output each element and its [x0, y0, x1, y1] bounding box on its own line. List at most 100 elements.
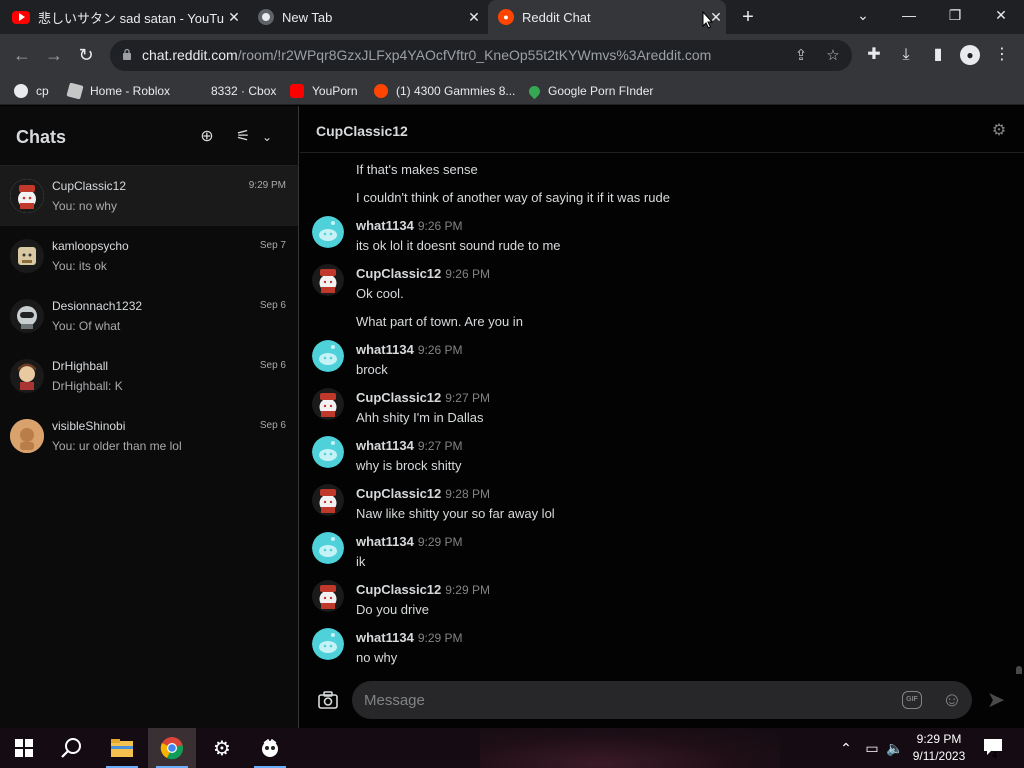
youporn-icon [290, 84, 304, 98]
address-bar[interactable]: chat.reddit.com/room/!r2WPqr8GzxJLFxp4YA… [110, 40, 852, 71]
bookmark-gammies[interactable]: (1) 4300 Gammies 8... [374, 81, 515, 101]
cupclassic-avatar [312, 580, 344, 612]
windows-start-icon[interactable] [0, 728, 48, 768]
emoji-icon[interactable]: ☺ [941, 689, 963, 711]
tab-title: Reddit Chat [522, 9, 591, 25]
chat-item-desionnach1232[interactable]: Desionnach1232 You: Of what Sep 6 [0, 286, 298, 346]
new-chat-icon[interactable]: ⊕ [198, 128, 216, 146]
chat-name: DrHighball [52, 359, 109, 373]
chevron-down-icon[interactable]: ⌄ [258, 128, 276, 146]
bookmark-cp[interactable]: cp [14, 81, 49, 101]
message-text: Ok cool. [356, 286, 404, 301]
chat-preview: DrHighball: K [52, 379, 123, 393]
chat-name: visibleShinobi [52, 419, 126, 433]
new-tab-button[interactable]: + [736, 6, 760, 28]
chat-item-drhighball[interactable]: DrHighball DrHighball: K Sep 6 [0, 346, 298, 406]
star-bookmark-icon[interactable]: ☆ [824, 47, 842, 65]
tab-title: 悲しいサタン sad satan - YouTube [38, 10, 224, 26]
chat-preview: You: no why [52, 199, 117, 213]
extensions-puzzle-icon[interactable]: ✚ [864, 45, 884, 65]
chevron-up-icon[interactable]: ⌃ [838, 738, 854, 758]
network-icon[interactable]: ▭ [862, 738, 882, 758]
globe-icon [14, 84, 28, 98]
bookmark-youporn[interactable]: YouPorn [290, 81, 358, 101]
snoo-avatar [312, 216, 344, 248]
gear-icon[interactable]: ⚙ [990, 122, 1008, 140]
tab-close-icon[interactable]: ✕ [464, 9, 484, 26]
chat-preview: You: Of what [52, 319, 121, 333]
tab-reddit-chat[interactable]: ● Reddit Chat ✕ [488, 0, 726, 34]
message-input[interactable] [352, 681, 972, 719]
settings-gear-icon[interactable]: ⚙ [198, 728, 246, 768]
message-author: what1134 9:29 PM [356, 630, 463, 645]
tab-search-chevron-icon[interactable]: ⌄ [840, 0, 886, 30]
chat-item-visibleshinobi[interactable]: visibleShinobi You: ur older than me lol… [0, 406, 298, 466]
snoo-avatar [312, 340, 344, 372]
gif-button[interactable]: GIF [902, 691, 922, 709]
close-window-button[interactable]: ✕ [978, 0, 1024, 30]
reddit-icon: ● [498, 9, 514, 25]
maps-pin-icon [526, 83, 543, 99]
more-menu-icon[interactable]: ⋮ [992, 45, 1012, 65]
roblox-icon [66, 82, 84, 100]
chat-time: Sep 6 [259, 360, 286, 371]
message-scrollbar[interactable] [1016, 666, 1022, 674]
cbox-icon [189, 84, 203, 98]
message-text: If that's makes sense [356, 162, 478, 177]
avatar [10, 179, 44, 213]
tab-youtube[interactable]: 悲しいサタン sad satan - YouTube ✕ [12, 0, 244, 34]
side-panel-icon[interactable]: ▮ [928, 45, 948, 65]
chat-item-cupclassic12[interactable]: CupClassic12 You: no why 9:29 PM [0, 166, 298, 226]
send-icon[interactable]: ➤ [984, 688, 1008, 712]
bookmark-roblox[interactable]: Home - Roblox [66, 81, 170, 101]
tab-close-icon[interactable]: ✕ [224, 9, 244, 26]
message-author: what1134 9:27 PM [356, 438, 463, 453]
share-icon[interactable]: ⇪ [792, 47, 810, 65]
filter-icon[interactable]: ⚟ [234, 128, 252, 146]
app-taskbar-icon[interactable] [246, 728, 294, 768]
avatar [10, 419, 44, 453]
clock-date: 9/11/2023 [912, 749, 966, 763]
lock-icon [123, 48, 131, 60]
camera-icon[interactable] [317, 690, 339, 710]
taskbar-clock[interactable]: 9:29 PM 9/11/2023 [906, 731, 972, 765]
snoo-avatar [312, 628, 344, 660]
chats-sidebar: Chats ⊕ ⚟ ⌄ CupClassic12 You: no why 9:2… [0, 106, 299, 728]
chat-item-kamloopsycho[interactable]: kamloopsycho You: its ok Sep 7 [0, 226, 298, 286]
message-list: If that's makes sense I couldn't think o… [300, 154, 1024, 674]
message-text: brock [356, 362, 388, 377]
chat-time: Sep 7 [259, 240, 286, 251]
clock-time: 9:29 PM [916, 732, 962, 746]
message-composer: GIF ☺ ➤ [300, 674, 1024, 728]
browser-toolbar: ← → ↻ chat.reddit.com/room/!r2WPqr8GzxJL… [0, 34, 1024, 76]
forward-arrow-icon[interactable]: → [42, 43, 66, 67]
snoo-avatar [312, 532, 344, 564]
youtube-icon [12, 10, 30, 24]
back-arrow-icon[interactable]: ← [10, 43, 34, 67]
file-explorer-icon[interactable] [98, 728, 146, 768]
url-text: chat.reddit.com/room/!r2WPqr8GzxJLFxp4YA… [142, 47, 712, 63]
reload-icon[interactable]: ↻ [74, 43, 98, 67]
avatar [10, 359, 44, 393]
tab-title: New Tab [282, 9, 333, 25]
cupclassic-avatar [312, 388, 344, 420]
chrome-taskbar-icon[interactable] [148, 728, 196, 768]
search-icon[interactable] [48, 728, 96, 768]
profile-avatar-icon[interactable]: ● [960, 45, 980, 65]
chat-name: kamloopsycho [52, 239, 129, 253]
chat-time: Sep 6 [259, 300, 286, 311]
chat-time: 9:29 PM [248, 180, 286, 191]
bookmarks-bar: cp Home - Roblox 8332 · Cbox YouPorn (1)… [0, 76, 1024, 105]
bookmark-google-finder[interactable]: Google Porn FInder [526, 81, 653, 101]
notification-icon[interactable]: 4 [982, 738, 1004, 760]
message-author: what1134 9:29 PM [356, 534, 463, 549]
tab-new-tab[interactable]: New Tab ✕ [258, 0, 484, 34]
bookmark-cbox[interactable]: 8332 · Cbox [189, 81, 276, 101]
download-icon[interactable]: ⤓ [896, 45, 916, 65]
volume-muted-icon[interactable]: 🔈 [886, 738, 904, 758]
cupclassic-avatar [312, 264, 344, 296]
restore-button[interactable]: ❐ [932, 0, 978, 30]
conversation-header: CupClassic12 ⚙ [300, 106, 1024, 153]
browser-tab-strip: 悲しいサタン sad satan - YouTube ✕ New Tab ✕ ●… [0, 0, 1024, 34]
minimize-button[interactable]: — [886, 0, 932, 30]
